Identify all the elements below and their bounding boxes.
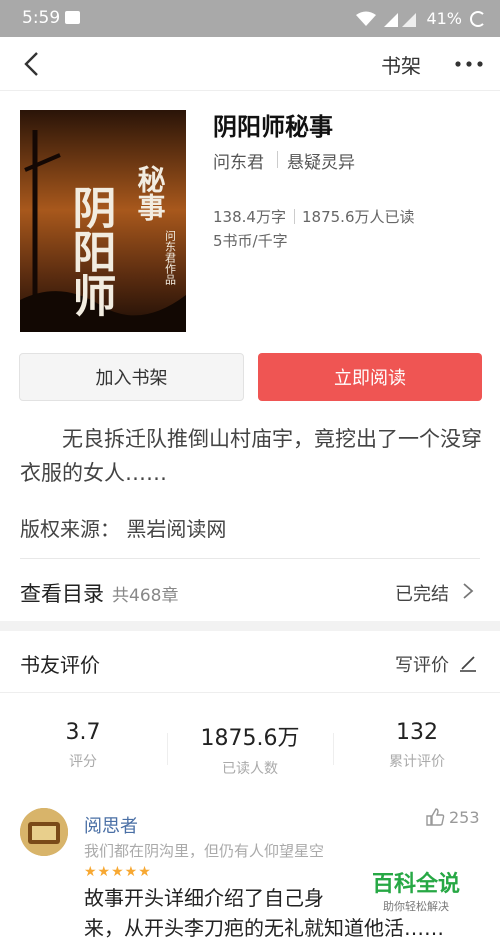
thumbs-up-icon bbox=[426, 808, 445, 826]
copyright-source: 版权来源： 黑岩阅读网 bbox=[20, 517, 227, 541]
completion-status: 已完结 bbox=[395, 584, 449, 605]
nav-bar: 书架 bbox=[0, 37, 500, 91]
cover-title-small: 秘事 bbox=[134, 165, 167, 222]
review-stars: ★★★★★ bbox=[84, 864, 152, 880]
metric-label: 已读人数 bbox=[222, 761, 278, 777]
reviews-title: 书友评价 bbox=[20, 653, 100, 677]
review-text-line: 来，从开头李刀疤的无礼就知道他活…… bbox=[84, 916, 444, 939]
divider bbox=[294, 209, 295, 224]
back-arrow-icon[interactable] bbox=[18, 49, 48, 79]
cover-title-big: 阴阳师 bbox=[65, 185, 116, 317]
book-cover[interactable]: 阴阳师 秘事 问东君作品 bbox=[20, 110, 186, 332]
reviewer-name[interactable]: 阅思者 bbox=[84, 812, 138, 838]
bookshelf-link[interactable]: 书架 bbox=[381, 50, 421, 79]
reader-count: 1875.6万人已读 bbox=[302, 208, 415, 226]
book-synopsis[interactable]: 无良拆迁队推倒山村庙宇，竟挖出了一个没穿衣服的女人…… bbox=[20, 422, 482, 490]
review-count-metric: 132 累计评价 bbox=[337, 720, 497, 771]
table-of-contents-row[interactable]: 查看目录 共468章 已完结 bbox=[0, 560, 500, 620]
more-icon[interactable] bbox=[454, 55, 484, 73]
watermark-logo: 百科全说 助你轻松解决 bbox=[360, 866, 472, 914]
metric-label: 累计评价 bbox=[389, 754, 445, 770]
metric-value: 132 bbox=[396, 720, 438, 745]
like-count: 253 bbox=[449, 807, 480, 827]
write-review-button[interactable]: 写评价 bbox=[395, 651, 449, 677]
book-title: 阴阳师秘事 bbox=[213, 113, 333, 141]
chapter-count: 共468章 bbox=[112, 586, 179, 606]
toc-label: 查看目录 bbox=[20, 582, 104, 606]
book-author[interactable]: 问东君 bbox=[213, 148, 264, 173]
divider bbox=[333, 733, 334, 765]
metric-value: 3.7 bbox=[65, 720, 101, 745]
section-gap bbox=[0, 621, 500, 631]
metric-value: 1875.6万 bbox=[200, 726, 300, 751]
book-genre[interactable]: 悬疑灵异 bbox=[287, 148, 355, 173]
reviewer-signature: 我们都在阴沟里，但仍有人仰望星空 bbox=[84, 842, 325, 860]
readers-metric: 1875.6万 已读人数 bbox=[170, 720, 330, 778]
read-now-button[interactable]: 立即阅读 bbox=[258, 353, 482, 401]
cover-art: 阴阳师 秘事 问东君作品 bbox=[20, 110, 186, 332]
divider bbox=[167, 733, 168, 765]
pencil-icon[interactable] bbox=[458, 653, 478, 673]
rating-metric: 3.7 评分 bbox=[3, 720, 163, 771]
watermark-subtitle: 助你轻松解决 bbox=[383, 900, 449, 913]
add-to-shelf-button[interactable]: 加入书架 bbox=[19, 353, 244, 401]
book-price: 5书币/千字 bbox=[213, 232, 288, 250]
metric-label: 评分 bbox=[69, 754, 97, 770]
like-button[interactable]: 253 bbox=[425, 807, 480, 827]
battery-level: 41% bbox=[426, 9, 462, 28]
reviews-header: 书友评价 写评价 bbox=[0, 631, 500, 693]
wifi-icon bbox=[356, 11, 377, 26]
avatar-image bbox=[20, 808, 68, 856]
signal-icon bbox=[384, 12, 417, 27]
chevron-right-icon bbox=[463, 583, 474, 599]
image-notification-icon bbox=[65, 11, 80, 24]
status-bar: 5:59 41% bbox=[0, 0, 500, 37]
battery-ring-icon bbox=[470, 10, 486, 27]
divider bbox=[20, 558, 480, 559]
word-count: 138.4万字 bbox=[213, 208, 286, 226]
divider bbox=[277, 151, 278, 168]
cover-author: 问东君作品 bbox=[164, 230, 177, 285]
avatar[interactable] bbox=[20, 808, 68, 856]
watermark-title: 百科全说 bbox=[371, 872, 460, 897]
status-time: 5:59 bbox=[22, 8, 61, 28]
